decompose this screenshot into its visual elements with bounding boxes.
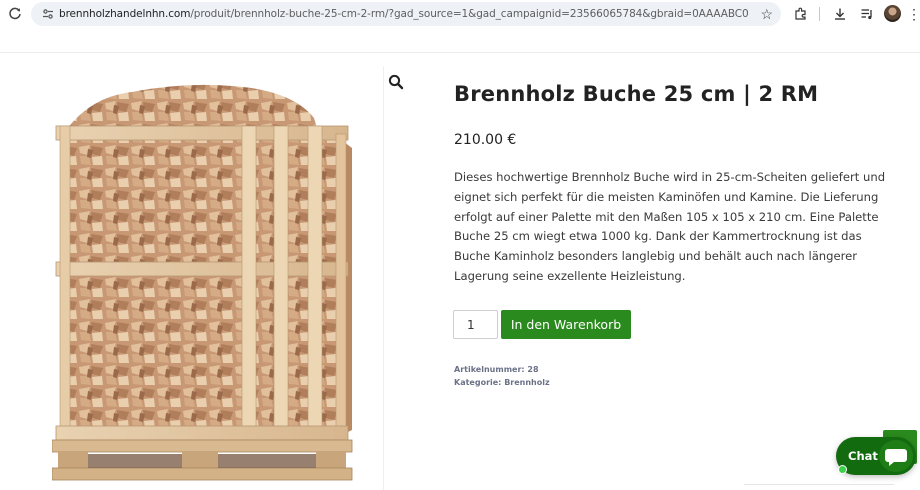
url-text: brennholzhandelnhn.com/produit/brennholz… <box>59 8 749 20</box>
category-label: Kategorie: <box>454 378 502 387</box>
url-host: brennholzhandelnhn.com <box>59 8 191 20</box>
category-link[interactable]: Brennholz <box>504 378 549 387</box>
toolbar-separator <box>819 7 820 21</box>
avatar[interactable] <box>884 5 901 22</box>
online-status-dot <box>838 465 847 474</box>
chat-label: Chat <box>848 449 878 463</box>
sku-meta: Artikelnummer: 28 <box>454 365 539 374</box>
bottom-divider <box>744 484 894 485</box>
quantity-input[interactable] <box>453 310 498 339</box>
sku-value: 28 <box>527 365 539 374</box>
add-to-cart-button[interactable]: In den Warenkorb <box>501 310 631 339</box>
site-info-icon[interactable] <box>37 2 59 26</box>
product-title: Brennholz Buche 25 cm | 2 RM <box>454 82 819 106</box>
chat-bubble-icon[interactable] <box>879 440 913 472</box>
product-price: 210.00 € <box>454 132 517 148</box>
star-icon[interactable]: ☆ <box>760 5 773 23</box>
search-icon[interactable] <box>386 72 406 92</box>
url-path: /produit/brennholz-buche-25-cm-2-rm/?gad… <box>190 8 749 20</box>
product-image[interactable] <box>52 78 354 483</box>
puzzle-icon[interactable] <box>791 4 811 24</box>
product-description: Dieses hochwertige Brennholz Buche wird … <box>454 170 886 283</box>
header-divider <box>0 52 920 53</box>
more-vert-icon[interactable]: ⋮ <box>907 4 920 24</box>
reload-icon[interactable] <box>6 5 24 23</box>
category-meta: Kategorie: Brennholz <box>454 378 550 387</box>
sku-label: Artikelnummer: <box>454 365 525 374</box>
address-bar[interactable]: brennholzhandelnhn.com/produit/brennholz… <box>31 2 781 26</box>
download-icon[interactable] <box>830 4 850 24</box>
media-control-icon[interactable] <box>857 4 877 24</box>
browser-toolbar: brennholzhandelnhn.com/produit/brennholz… <box>0 0 920 28</box>
